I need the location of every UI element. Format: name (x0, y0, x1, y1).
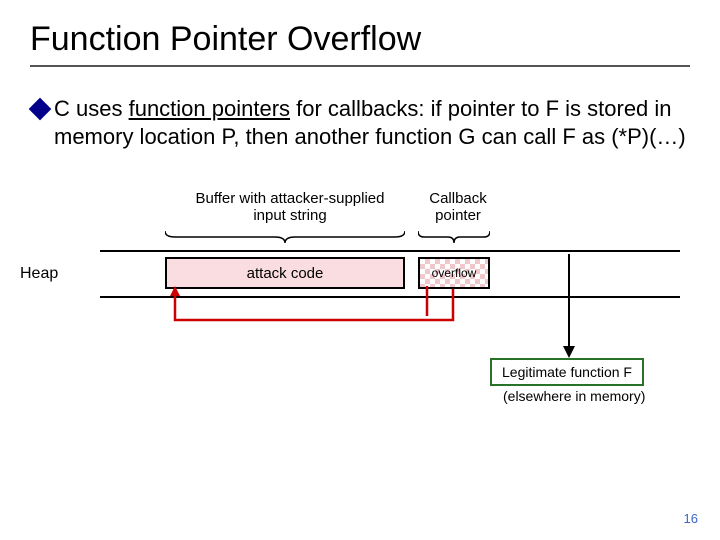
buffer-label-l2: input string (175, 207, 405, 224)
slide-title: Function Pointer Overflow (30, 20, 690, 59)
callback-label-l2: pointer (418, 207, 498, 224)
page-number: 16 (684, 511, 698, 526)
bullet-text: C uses function pointers for callbacks: … (54, 95, 690, 150)
bullet-pre: C uses (54, 96, 129, 121)
title-underline (30, 65, 690, 67)
heap-top-rule (100, 250, 680, 252)
buffer-brace-icon (165, 230, 405, 242)
callback-brace-icon (418, 230, 490, 242)
legitimate-function-text: Legitimate function F (502, 364, 632, 380)
overflow-box: overflow (418, 257, 490, 289)
overflow-text: overflow (432, 266, 477, 280)
heap-diagram: Buffer with attacker-supplied input stri… (20, 190, 680, 430)
callback-to-legit-arrow-icon (554, 254, 584, 360)
heap-label: Heap (20, 265, 58, 283)
overflow-to-attack-arrow-icon (165, 286, 460, 336)
elsewhere-caption: (elsewhere in memory) (503, 388, 645, 404)
overflow-dangle-icon (423, 286, 431, 318)
buffer-label-l1: Buffer with attacker-supplied (175, 190, 405, 207)
callback-label-l1: Callback (418, 190, 498, 207)
slide: Function Pointer Overflow C uses functio… (0, 0, 720, 540)
buffer-label: Buffer with attacker-supplied input stri… (175, 190, 405, 224)
legitimate-function-box: Legitimate function F (490, 358, 644, 386)
diamond-bullet-icon (29, 98, 52, 121)
bullet-underlined: function pointers (129, 96, 290, 121)
attack-code-box: attack code (165, 257, 405, 289)
bullet-item: C uses function pointers for callbacks: … (30, 95, 690, 150)
attack-code-text: attack code (247, 265, 324, 282)
callback-label: Callback pointer (418, 190, 498, 224)
